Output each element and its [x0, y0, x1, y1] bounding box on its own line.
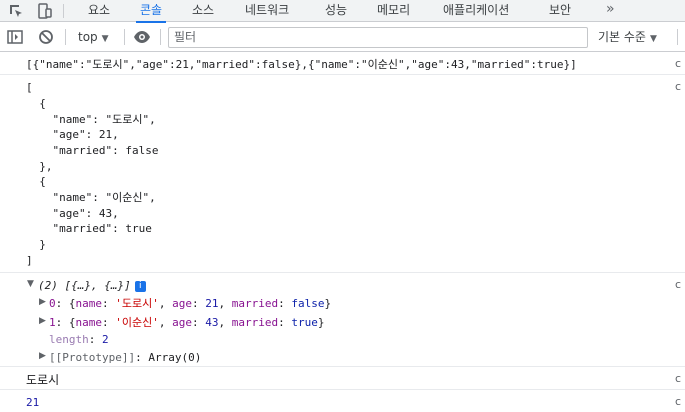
item-name-value: 도로시 [121, 297, 153, 310]
context-label: top [78, 30, 98, 44]
pretty-json-line: [ [26, 81, 33, 94]
dropdown-arrow-icon: ▼ [101, 34, 109, 44]
name-output: 도로시 [26, 373, 60, 387]
tab-label: 메모리 [377, 3, 411, 17]
toolbar-separator [677, 29, 678, 45]
item-age-value: 21 [205, 297, 219, 310]
array-item-1[interactable]: 1: {name: '이순신', age: 43, married: true} [49, 315, 324, 331]
info-icon[interactable]: i [134, 281, 146, 292]
live-expression-eye-icon[interactable] [133, 28, 151, 46]
expand-arrow-down-icon[interactable]: ▼ [27, 279, 34, 289]
tab-label: 네트워크 [245, 3, 290, 17]
tab-label: 성능 [325, 3, 348, 17]
pretty-json-line: }, [26, 159, 53, 173]
array-summary-text: (2) [{…}, {…}] [38, 279, 131, 292]
dropdown-arrow-icon: ▼ [649, 34, 657, 44]
tab-memory[interactable]: 메모리 [377, 0, 410, 22]
sidebar-toggle-icon[interactable] [6, 28, 24, 46]
pretty-json-line: "name": "이순신", [26, 191, 156, 204]
expand-arrow-right-icon[interactable]: ▶ [39, 297, 46, 307]
pretty-json-line: "married": true [26, 222, 152, 235]
expand-arrow-right-icon[interactable]: ▶ [39, 351, 46, 361]
array-summary[interactable]: (2) [{…}, {…}] i [38, 278, 146, 294]
expand-arrow-right-icon[interactable]: ▶ [39, 316, 46, 326]
pretty-json-line: ] [26, 253, 33, 267]
pretty-json-line: } [26, 238, 46, 251]
source-link[interactable]: c [675, 57, 685, 69]
inspect-element-icon[interactable] [7, 2, 25, 20]
tab-performance[interactable]: 성능 [325, 0, 347, 22]
age-output: 21 [26, 396, 40, 409]
pretty-json-line: "married": false [26, 144, 159, 157]
console-message: [ { "name": "도로시", "age": 21, "married":… [0, 76, 685, 273]
toolbar-separator [160, 29, 161, 45]
devtools-tab-bar: 요소 콘솔 소스 네트워크 성능 메모리 애플리케이션 보안 » [0, 0, 685, 23]
console-toolbar: top ▼ 필터 기본 수준 ▼ [0, 23, 685, 52]
levels-label: 기본 수준 [598, 30, 646, 44]
console-message: 도로시 c [0, 368, 685, 390]
toolbar-separator [124, 29, 125, 45]
tab-label: 콘솔 [140, 3, 163, 17]
tab-label: 보안 [549, 3, 572, 17]
json-string-output[interactable]: [{"name":"도로시","age":21,"married":false}… [26, 57, 577, 73]
tab-label: 애플리케이션 [443, 3, 510, 17]
item-married-value: false [291, 297, 325, 310]
source-link[interactable]: c [675, 80, 685, 92]
context-selector[interactable]: top ▼ [78, 29, 109, 45]
length-key: length [49, 333, 89, 346]
prototype-value: Array(0) [148, 351, 202, 364]
pretty-json-line: { [26, 97, 46, 110]
toolbar-separator [65, 29, 66, 45]
clear-console-icon[interactable] [37, 28, 55, 46]
console-message: 21 c [0, 391, 685, 412]
pretty-json-line: "age": 43, [26, 206, 119, 220]
prototype-key: [[Prototype]] [49, 351, 136, 364]
item-index: 0 [49, 297, 56, 310]
tab-separator [63, 4, 64, 18]
filter-input[interactable]: 필터 [168, 27, 588, 48]
log-levels-dropdown[interactable]: 기본 수준 ▼ [598, 29, 657, 45]
console-message: [{"name":"도로시","age":21,"married":false}… [0, 53, 685, 75]
tab-elements[interactable]: 요소 [88, 0, 110, 22]
console-message: ▼ (2) [{…}, {…}] i ▶ 0: {name: '도로시', age… [0, 274, 685, 367]
pretty-json-line: "age": 21, [26, 128, 119, 141]
source-link[interactable]: c [675, 278, 685, 290]
tab-sources[interactable]: 소스 [192, 0, 214, 22]
tab-label: 요소 [88, 3, 111, 17]
item-index: 1 [49, 316, 56, 329]
item-married-value: true [291, 316, 318, 329]
length-value: 2 [102, 333, 109, 346]
pretty-json-line: { [26, 175, 46, 188]
tab-label: 소스 [192, 3, 215, 17]
device-toolbar-icon[interactable] [35, 2, 53, 20]
tab-network[interactable]: 네트워크 [245, 0, 289, 22]
source-link[interactable]: c [675, 395, 685, 407]
pretty-json-line: "name": "도로시", [26, 112, 156, 126]
tab-console[interactable]: 콘솔 [135, 0, 167, 23]
item-name-value: 이순신 [121, 316, 153, 329]
array-prototype[interactable]: [[Prototype]]: Array(0) [49, 350, 201, 366]
tab-security[interactable]: 보안 [549, 0, 571, 22]
more-tabs-button[interactable]: » [606, 0, 615, 22]
source-link[interactable]: c [675, 372, 685, 384]
tab-application[interactable]: 애플리케이션 [443, 0, 509, 22]
array-item-0[interactable]: 0: {name: '도로시', age: 21, married: false… [49, 296, 331, 312]
array-length: length: 2 [49, 333, 109, 346]
item-age-value: 43 [205, 316, 219, 329]
